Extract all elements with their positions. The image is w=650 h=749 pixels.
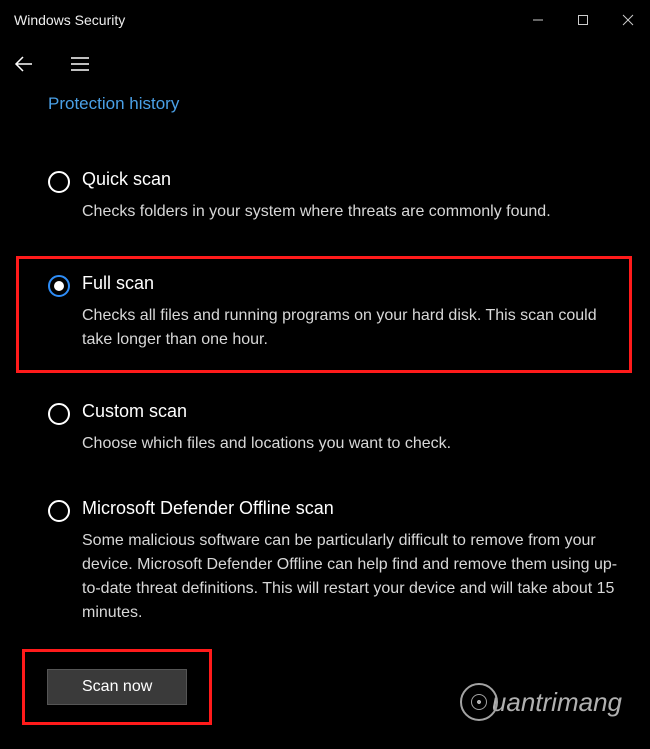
hamburger-menu-icon[interactable] [66,50,94,78]
option-quick-scan[interactable]: Quick scan Checks folders in your system… [48,159,632,238]
watermark-text: uantrimang [492,687,622,718]
close-button[interactable] [605,4,650,36]
option-title: Quick scan [82,169,632,190]
protection-history-link[interactable]: Protection history [0,94,650,114]
option-desc: Checks all files and running programs on… [82,304,621,352]
radio-icon[interactable] [48,275,70,297]
scan-now-highlight: Scan now [22,649,212,725]
option-offline-scan[interactable]: Microsoft Defender Offline scan Some mal… [48,488,632,639]
bulb-icon [460,683,498,721]
option-title: Custom scan [82,401,632,422]
option-desc: Checks folders in your system where thre… [82,200,632,224]
scan-now-button[interactable]: Scan now [47,669,187,705]
option-desc: Choose which files and locations you wan… [82,432,632,456]
option-custom-scan[interactable]: Custom scan Choose which files and locat… [48,391,632,470]
radio-icon[interactable] [48,500,70,522]
watermark: uantrimang [460,683,622,721]
maximize-button[interactable] [560,4,605,36]
header-row [0,40,650,88]
radio-icon[interactable] [48,171,70,193]
minimize-button[interactable] [515,4,560,36]
option-text: Quick scan Checks folders in your system… [70,169,632,224]
scan-options: Quick scan Checks folders in your system… [0,159,650,639]
titlebar: Windows Security [0,0,650,40]
option-text: Custom scan Choose which files and locat… [70,401,632,456]
option-text: Full scan Checks all files and running p… [70,273,621,352]
option-full-scan[interactable]: Full scan Checks all files and running p… [16,256,632,373]
back-button[interactable] [10,50,38,78]
option-title: Microsoft Defender Offline scan [82,498,632,519]
window-controls [515,4,650,36]
option-text: Microsoft Defender Offline scan Some mal… [70,498,632,625]
radio-icon[interactable] [48,403,70,425]
window-title: Windows Security [14,12,125,28]
option-title: Full scan [82,273,621,294]
option-desc: Some malicious software can be particula… [82,529,632,625]
